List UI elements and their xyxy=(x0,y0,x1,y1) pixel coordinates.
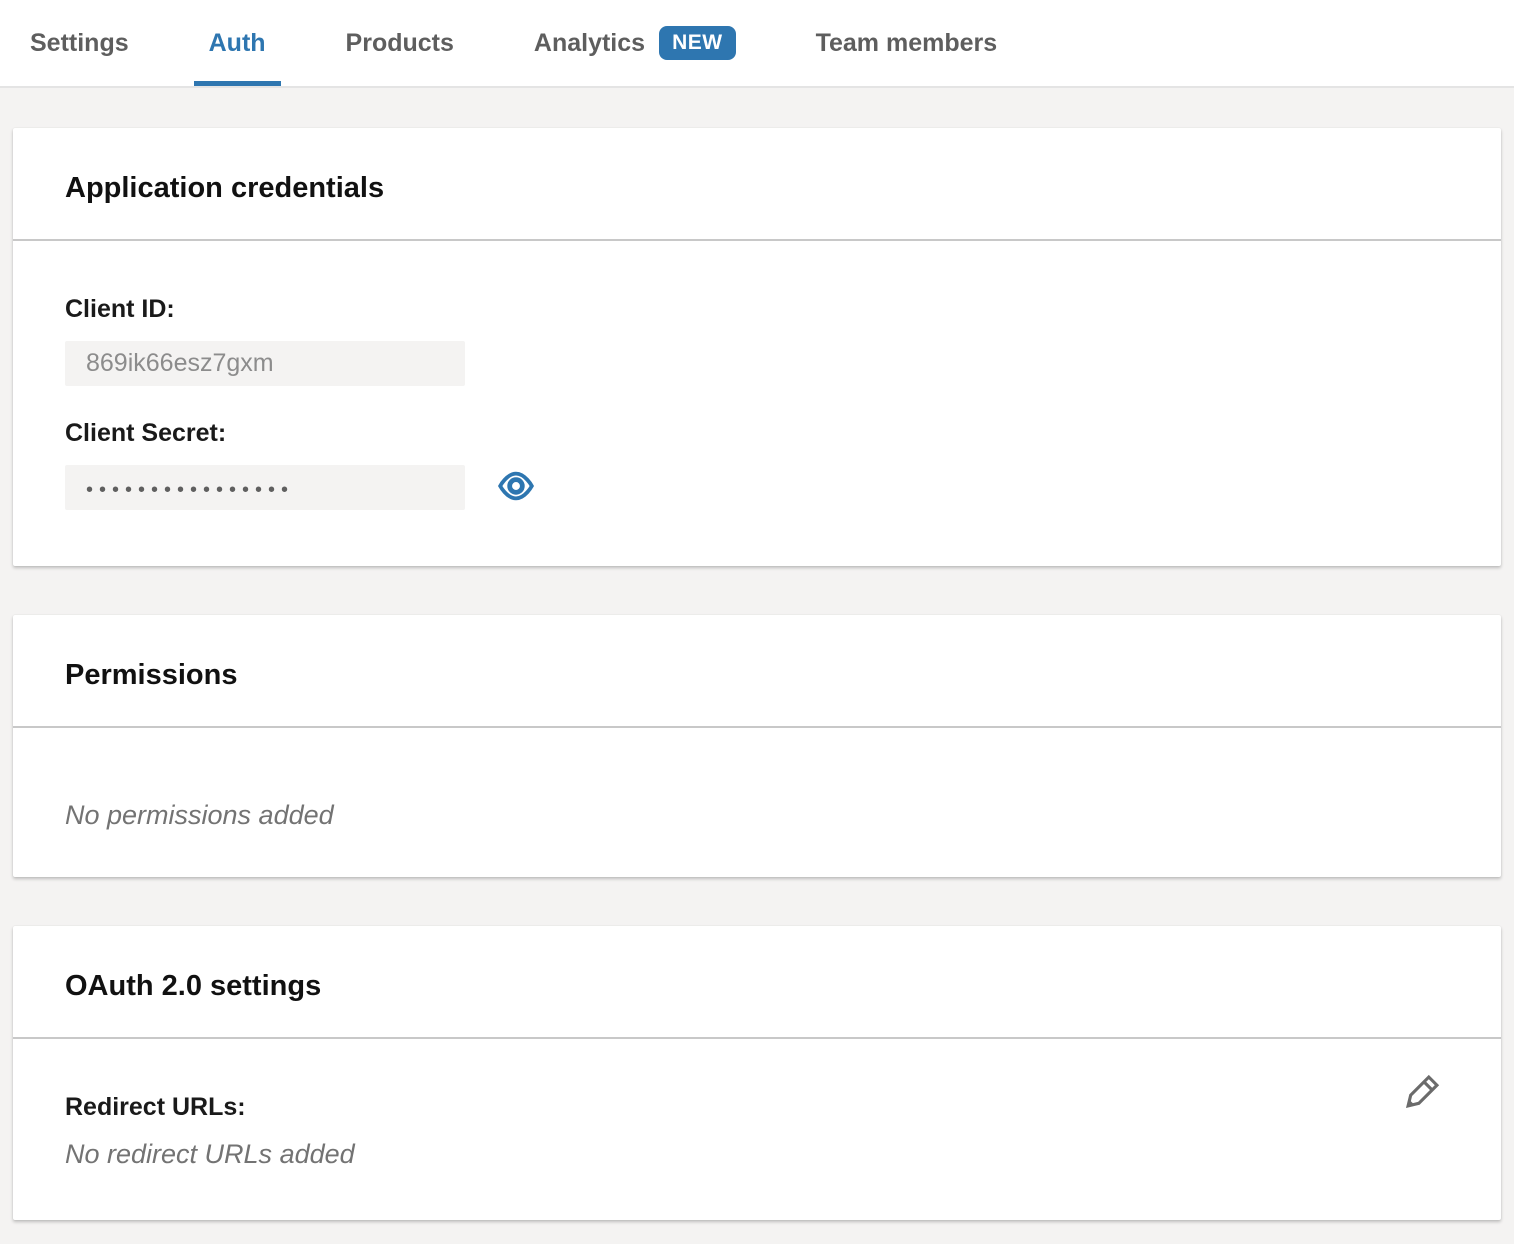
oauth-settings-body: Redirect URLs: No redirect URLs added xyxy=(13,1039,1501,1220)
client-id-label: Client ID: xyxy=(65,295,1449,324)
tab-products-label: Products xyxy=(346,29,454,58)
tab-team-members[interactable]: Team members xyxy=(801,0,1013,86)
oauth-settings-header: OAuth 2.0 settings xyxy=(13,926,1501,1039)
permissions-title: Permissions xyxy=(65,659,1449,692)
tab-products[interactable]: Products xyxy=(331,0,469,86)
oauth-settings-title: OAuth 2.0 settings xyxy=(65,970,1449,1003)
permissions-card: Permissions No permissions added xyxy=(13,615,1501,877)
tab-auth-label: Auth xyxy=(209,29,266,58)
reveal-secret-button[interactable] xyxy=(497,470,535,505)
eye-icon xyxy=(497,470,535,505)
client-id-field: 869ik66esz7gxm xyxy=(65,341,465,386)
client-secret-field: •••••••••••••••• xyxy=(65,465,465,510)
tab-bar: Settings Auth Products Analytics NEW Tea… xyxy=(0,0,1514,88)
edit-redirect-urls-button[interactable] xyxy=(1397,1071,1443,1120)
tab-analytics-label: Analytics xyxy=(534,29,645,58)
application-credentials-body: Client ID: 869ik66esz7gxm Client Secret:… xyxy=(13,241,1501,566)
application-credentials-card: Application credentials Client ID: 869ik… xyxy=(13,128,1501,566)
permissions-header: Permissions xyxy=(13,615,1501,728)
pencil-icon xyxy=(1397,1105,1443,1120)
client-secret-label: Client Secret: xyxy=(65,419,1449,448)
client-secret-row: •••••••••••••••• xyxy=(65,465,1449,510)
oauth-settings-card: OAuth 2.0 settings Redirect URLs: No red… xyxy=(13,926,1501,1220)
permissions-empty-text: No permissions added xyxy=(65,800,1449,831)
main-content: Application credentials Client ID: 869ik… xyxy=(0,88,1514,1220)
tab-settings[interactable]: Settings xyxy=(15,0,144,86)
tab-auth[interactable]: Auth xyxy=(194,0,281,86)
tab-team-members-label: Team members xyxy=(816,29,998,58)
application-credentials-header: Application credentials xyxy=(13,128,1501,241)
new-badge: NEW xyxy=(659,26,736,60)
application-credentials-title: Application credentials xyxy=(65,172,1449,205)
tab-settings-label: Settings xyxy=(30,29,129,58)
permissions-body: No permissions added xyxy=(13,728,1501,877)
redirect-urls-label: Redirect URLs: xyxy=(65,1093,1449,1122)
redirect-urls-empty-text: No redirect URLs added xyxy=(65,1139,1449,1170)
tab-analytics[interactable]: Analytics NEW xyxy=(519,0,751,86)
